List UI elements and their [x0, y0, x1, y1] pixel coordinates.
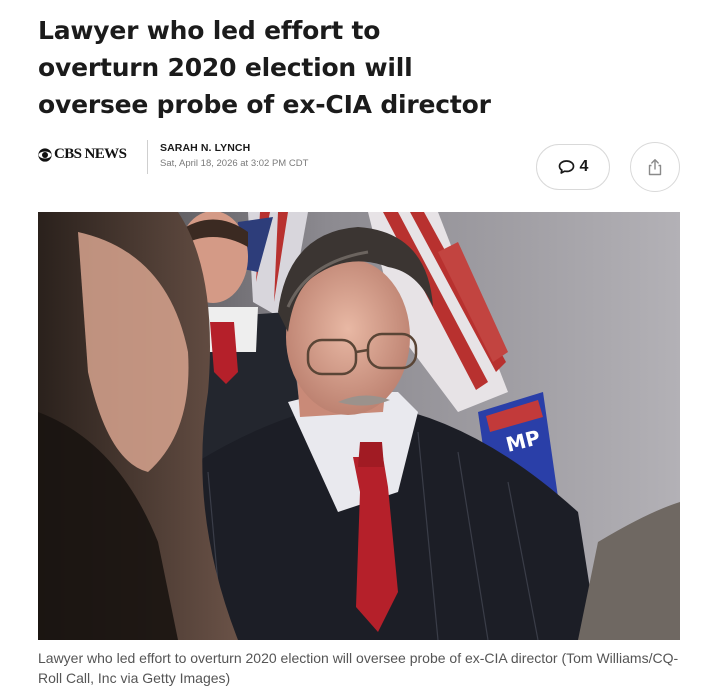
- article-headline: Lawyer who led effort to overturn 2020 e…: [38, 16, 491, 119]
- article-hero-image: MP E: [38, 212, 680, 640]
- hero-photo: MP E: [38, 212, 680, 640]
- comment-count: 4: [579, 158, 589, 175]
- share-button[interactable]: [630, 142, 680, 192]
- publish-date: Sat, April 18, 2026 at 3:02 PM CDT: [160, 158, 309, 169]
- share-icon: [648, 159, 662, 176]
- speech-bubble-icon: [558, 160, 574, 174]
- author-name[interactable]: SARAH N. LYNCH: [160, 142, 250, 154]
- publisher-logo[interactable]: CBS NEWS: [38, 146, 127, 163]
- publisher-name: CBS NEWS: [54, 146, 127, 162]
- byline-divider: [147, 140, 148, 174]
- cbs-eye-icon: [38, 147, 52, 162]
- comments-button[interactable]: 4: [536, 144, 610, 190]
- image-caption: Lawyer who led effort to overturn 2020 e…: [38, 650, 679, 686]
